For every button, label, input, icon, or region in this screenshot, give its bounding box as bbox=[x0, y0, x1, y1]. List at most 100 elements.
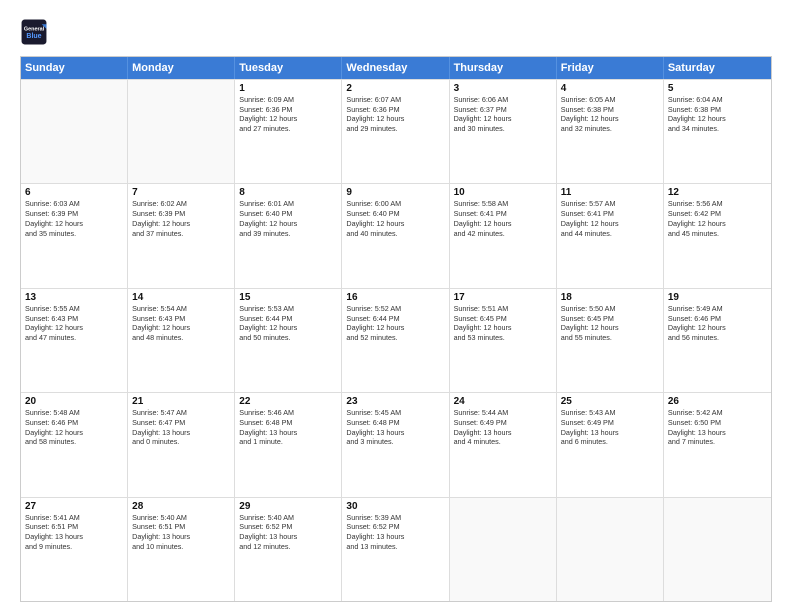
cell-info: Sunrise: 5:49 AM Sunset: 6:46 PM Dayligh… bbox=[668, 304, 767, 343]
cell-info: Sunrise: 5:41 AM Sunset: 6:51 PM Dayligh… bbox=[25, 513, 123, 552]
day-number: 16 bbox=[346, 292, 444, 303]
cell-info: Sunrise: 5:50 AM Sunset: 6:45 PM Dayligh… bbox=[561, 304, 659, 343]
header-day-sunday: Sunday bbox=[21, 57, 128, 79]
cell-info: Sunrise: 6:05 AM Sunset: 6:38 PM Dayligh… bbox=[561, 95, 659, 134]
calendar-row-0: 1Sunrise: 6:09 AM Sunset: 6:36 PM Daylig… bbox=[21, 79, 771, 183]
empty-cell bbox=[557, 498, 664, 601]
day-number: 19 bbox=[668, 292, 767, 303]
header-day-wednesday: Wednesday bbox=[342, 57, 449, 79]
cell-info: Sunrise: 5:39 AM Sunset: 6:52 PM Dayligh… bbox=[346, 513, 444, 552]
day-cell-17: 17Sunrise: 5:51 AM Sunset: 6:45 PM Dayli… bbox=[450, 289, 557, 392]
calendar-row-3: 20Sunrise: 5:48 AM Sunset: 6:46 PM Dayli… bbox=[21, 392, 771, 496]
day-number: 14 bbox=[132, 292, 230, 303]
day-number: 7 bbox=[132, 187, 230, 198]
day-number: 5 bbox=[668, 83, 767, 94]
day-number: 22 bbox=[239, 396, 337, 407]
day-number: 20 bbox=[25, 396, 123, 407]
cell-info: Sunrise: 5:40 AM Sunset: 6:52 PM Dayligh… bbox=[239, 513, 337, 552]
day-cell-2: 2Sunrise: 6:07 AM Sunset: 6:36 PM Daylig… bbox=[342, 80, 449, 183]
day-cell-23: 23Sunrise: 5:45 AM Sunset: 6:48 PM Dayli… bbox=[342, 393, 449, 496]
cell-info: Sunrise: 5:53 AM Sunset: 6:44 PM Dayligh… bbox=[239, 304, 337, 343]
day-cell-22: 22Sunrise: 5:46 AM Sunset: 6:48 PM Dayli… bbox=[235, 393, 342, 496]
day-cell-9: 9Sunrise: 6:00 AM Sunset: 6:40 PM Daylig… bbox=[342, 184, 449, 287]
cell-info: Sunrise: 5:55 AM Sunset: 6:43 PM Dayligh… bbox=[25, 304, 123, 343]
calendar-body: 1Sunrise: 6:09 AM Sunset: 6:36 PM Daylig… bbox=[21, 79, 771, 601]
calendar-row-4: 27Sunrise: 5:41 AM Sunset: 6:51 PM Dayli… bbox=[21, 497, 771, 601]
day-number: 13 bbox=[25, 292, 123, 303]
cell-info: Sunrise: 5:43 AM Sunset: 6:49 PM Dayligh… bbox=[561, 408, 659, 447]
day-cell-21: 21Sunrise: 5:47 AM Sunset: 6:47 PM Dayli… bbox=[128, 393, 235, 496]
day-number: 1 bbox=[239, 83, 337, 94]
day-cell-25: 25Sunrise: 5:43 AM Sunset: 6:49 PM Dayli… bbox=[557, 393, 664, 496]
calendar-row-1: 6Sunrise: 6:03 AM Sunset: 6:39 PM Daylig… bbox=[21, 183, 771, 287]
cell-info: Sunrise: 5:45 AM Sunset: 6:48 PM Dayligh… bbox=[346, 408, 444, 447]
cell-info: Sunrise: 6:04 AM Sunset: 6:38 PM Dayligh… bbox=[668, 95, 767, 134]
empty-cell bbox=[128, 80, 235, 183]
cell-info: Sunrise: 5:52 AM Sunset: 6:44 PM Dayligh… bbox=[346, 304, 444, 343]
cell-info: Sunrise: 5:51 AM Sunset: 6:45 PM Dayligh… bbox=[454, 304, 552, 343]
day-number: 28 bbox=[132, 501, 230, 512]
cell-info: Sunrise: 6:03 AM Sunset: 6:39 PM Dayligh… bbox=[25, 199, 123, 238]
day-number: 12 bbox=[668, 187, 767, 198]
cell-info: Sunrise: 5:47 AM Sunset: 6:47 PM Dayligh… bbox=[132, 408, 230, 447]
cell-info: Sunrise: 6:00 AM Sunset: 6:40 PM Dayligh… bbox=[346, 199, 444, 238]
day-number: 9 bbox=[346, 187, 444, 198]
day-number: 24 bbox=[454, 396, 552, 407]
day-cell-5: 5Sunrise: 6:04 AM Sunset: 6:38 PM Daylig… bbox=[664, 80, 771, 183]
day-cell-15: 15Sunrise: 5:53 AM Sunset: 6:44 PM Dayli… bbox=[235, 289, 342, 392]
empty-cell bbox=[21, 80, 128, 183]
day-cell-11: 11Sunrise: 5:57 AM Sunset: 6:41 PM Dayli… bbox=[557, 184, 664, 287]
page: General Blue SundayMondayTuesdayWednesda… bbox=[0, 0, 792, 612]
header-day-thursday: Thursday bbox=[450, 57, 557, 79]
cell-info: Sunrise: 6:01 AM Sunset: 6:40 PM Dayligh… bbox=[239, 199, 337, 238]
day-number: 11 bbox=[561, 187, 659, 198]
svg-text:General: General bbox=[24, 26, 45, 32]
day-cell-7: 7Sunrise: 6:02 AM Sunset: 6:39 PM Daylig… bbox=[128, 184, 235, 287]
day-number: 3 bbox=[454, 83, 552, 94]
header: General Blue bbox=[20, 18, 772, 46]
cell-info: Sunrise: 5:40 AM Sunset: 6:51 PM Dayligh… bbox=[132, 513, 230, 552]
day-cell-19: 19Sunrise: 5:49 AM Sunset: 6:46 PM Dayli… bbox=[664, 289, 771, 392]
day-number: 25 bbox=[561, 396, 659, 407]
header-day-friday: Friday bbox=[557, 57, 664, 79]
cell-info: Sunrise: 6:09 AM Sunset: 6:36 PM Dayligh… bbox=[239, 95, 337, 134]
day-cell-27: 27Sunrise: 5:41 AM Sunset: 6:51 PM Dayli… bbox=[21, 498, 128, 601]
header-day-saturday: Saturday bbox=[664, 57, 771, 79]
day-number: 21 bbox=[132, 396, 230, 407]
day-number: 26 bbox=[668, 396, 767, 407]
cell-info: Sunrise: 5:48 AM Sunset: 6:46 PM Dayligh… bbox=[25, 408, 123, 447]
day-number: 6 bbox=[25, 187, 123, 198]
cell-info: Sunrise: 6:02 AM Sunset: 6:39 PM Dayligh… bbox=[132, 199, 230, 238]
day-number: 27 bbox=[25, 501, 123, 512]
day-number: 8 bbox=[239, 187, 337, 198]
day-number: 29 bbox=[239, 501, 337, 512]
header-day-monday: Monday bbox=[128, 57, 235, 79]
day-number: 15 bbox=[239, 292, 337, 303]
cell-info: Sunrise: 5:57 AM Sunset: 6:41 PM Dayligh… bbox=[561, 199, 659, 238]
empty-cell bbox=[450, 498, 557, 601]
cell-info: Sunrise: 6:07 AM Sunset: 6:36 PM Dayligh… bbox=[346, 95, 444, 134]
day-cell-29: 29Sunrise: 5:40 AM Sunset: 6:52 PM Dayli… bbox=[235, 498, 342, 601]
day-cell-4: 4Sunrise: 6:05 AM Sunset: 6:38 PM Daylig… bbox=[557, 80, 664, 183]
day-cell-6: 6Sunrise: 6:03 AM Sunset: 6:39 PM Daylig… bbox=[21, 184, 128, 287]
cell-info: Sunrise: 5:58 AM Sunset: 6:41 PM Dayligh… bbox=[454, 199, 552, 238]
cell-info: Sunrise: 5:54 AM Sunset: 6:43 PM Dayligh… bbox=[132, 304, 230, 343]
calendar: SundayMondayTuesdayWednesdayThursdayFrid… bbox=[20, 56, 772, 602]
day-cell-14: 14Sunrise: 5:54 AM Sunset: 6:43 PM Dayli… bbox=[128, 289, 235, 392]
day-cell-30: 30Sunrise: 5:39 AM Sunset: 6:52 PM Dayli… bbox=[342, 498, 449, 601]
day-cell-26: 26Sunrise: 5:42 AM Sunset: 6:50 PM Dayli… bbox=[664, 393, 771, 496]
day-cell-28: 28Sunrise: 5:40 AM Sunset: 6:51 PM Dayli… bbox=[128, 498, 235, 601]
day-cell-16: 16Sunrise: 5:52 AM Sunset: 6:44 PM Dayli… bbox=[342, 289, 449, 392]
header-day-tuesday: Tuesday bbox=[235, 57, 342, 79]
day-number: 18 bbox=[561, 292, 659, 303]
cell-info: Sunrise: 6:06 AM Sunset: 6:37 PM Dayligh… bbox=[454, 95, 552, 134]
cell-info: Sunrise: 5:46 AM Sunset: 6:48 PM Dayligh… bbox=[239, 408, 337, 447]
day-cell-8: 8Sunrise: 6:01 AM Sunset: 6:40 PM Daylig… bbox=[235, 184, 342, 287]
cell-info: Sunrise: 5:56 AM Sunset: 6:42 PM Dayligh… bbox=[668, 199, 767, 238]
calendar-header: SundayMondayTuesdayWednesdayThursdayFrid… bbox=[21, 57, 771, 79]
cell-info: Sunrise: 5:42 AM Sunset: 6:50 PM Dayligh… bbox=[668, 408, 767, 447]
day-cell-12: 12Sunrise: 5:56 AM Sunset: 6:42 PM Dayli… bbox=[664, 184, 771, 287]
day-number: 10 bbox=[454, 187, 552, 198]
day-cell-1: 1Sunrise: 6:09 AM Sunset: 6:36 PM Daylig… bbox=[235, 80, 342, 183]
day-cell-10: 10Sunrise: 5:58 AM Sunset: 6:41 PM Dayli… bbox=[450, 184, 557, 287]
